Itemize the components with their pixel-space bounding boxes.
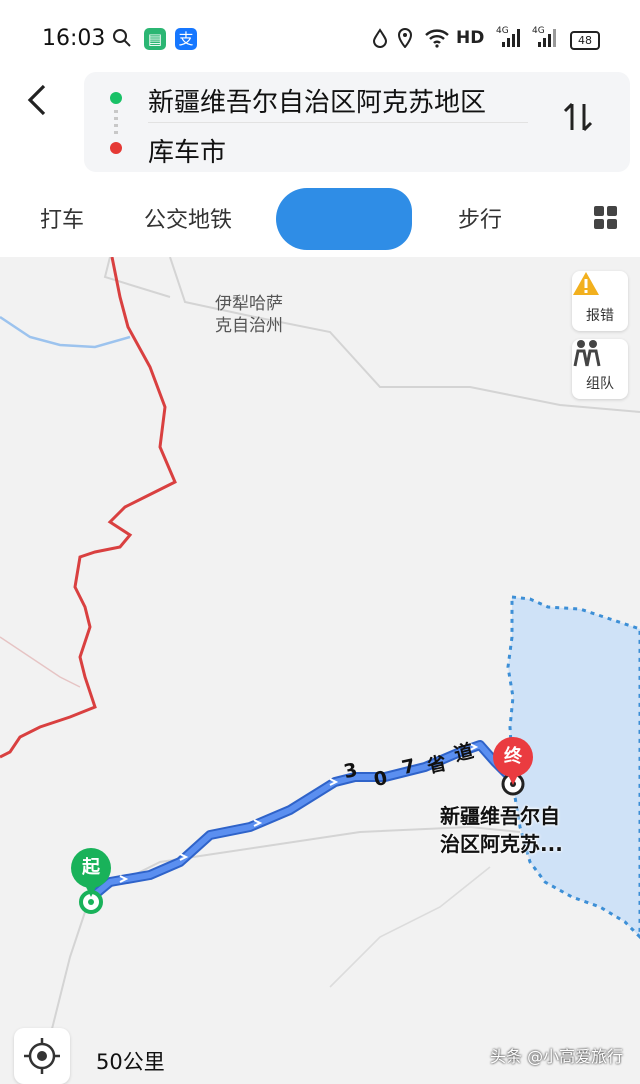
- location-icon: [397, 27, 413, 53]
- origin-dot: [110, 92, 122, 104]
- watermark: 头条 @小高爱旅行: [490, 1047, 624, 1066]
- swap-button[interactable]: [562, 100, 594, 142]
- end-marker[interactable]: 终: [493, 737, 533, 777]
- route-card: 新疆维吾尔自治区阿克苏地区 库车市: [84, 72, 630, 172]
- swap-vertical-icon: [563, 102, 593, 132]
- team-icon: [572, 340, 628, 373]
- battery-icon: 48: [570, 31, 600, 50]
- route-dots: [114, 110, 118, 136]
- map-scale: 50公里: [96, 1050, 165, 1074]
- tab-taxi[interactable]: 打车: [40, 202, 84, 234]
- alipay-icon: 支: [175, 28, 197, 50]
- tab-walk[interactable]: 步行: [458, 202, 502, 234]
- team-button[interactable]: 组队: [572, 339, 628, 399]
- destination-dot: [110, 142, 122, 154]
- wifi-icon: [424, 28, 450, 53]
- water-drop-icon: [372, 28, 388, 53]
- locate-icon: [24, 1038, 60, 1074]
- road: [0, 636, 81, 688]
- status-time: 16:03: [42, 26, 106, 51]
- destination-field[interactable]: 库车市: [148, 132, 226, 169]
- map-view[interactable]: 伊犁哈萨 克自治州 报错 组队: [0, 257, 640, 1076]
- origin-field[interactable]: 新疆维吾尔自治区阿克苏地区: [148, 82, 486, 119]
- chevron-left-icon: [27, 84, 46, 116]
- route-header: 新疆维吾尔自治区阿克苏地区 库车市: [0, 72, 640, 182]
- map-canvas: [0, 257, 640, 1076]
- tab-transit[interactable]: 公交地铁: [144, 202, 232, 234]
- destination-map-label: 新疆维吾尔自 治区阿克苏...: [440, 804, 563, 856]
- status-bar: 16:03 ▤ 支 HD 4G 4G 48: [0, 0, 640, 72]
- region-border: [0, 257, 177, 759]
- search-icon: [112, 28, 132, 53]
- start-marker[interactable]: 起: [71, 848, 111, 888]
- back-button[interactable]: [24, 80, 52, 130]
- tab-redacted[interactable]: [276, 188, 412, 250]
- transport-tabs: 打车 公交地铁 步行: [0, 182, 640, 257]
- road: [329, 866, 491, 988]
- region-label: 伊犁哈萨 克自治州: [215, 294, 283, 336]
- warning-icon: [572, 272, 628, 305]
- route-divider: [148, 122, 528, 123]
- hd-indicator: HD: [456, 28, 485, 48]
- signal-icon: 4G: [496, 26, 524, 53]
- message-app-icon: ▤: [144, 28, 166, 50]
- more-modes-icon[interactable]: [594, 206, 618, 230]
- report-error-button[interactable]: 报错: [572, 271, 628, 331]
- signal-icon-2: 4G: [532, 26, 560, 53]
- river: [0, 315, 131, 349]
